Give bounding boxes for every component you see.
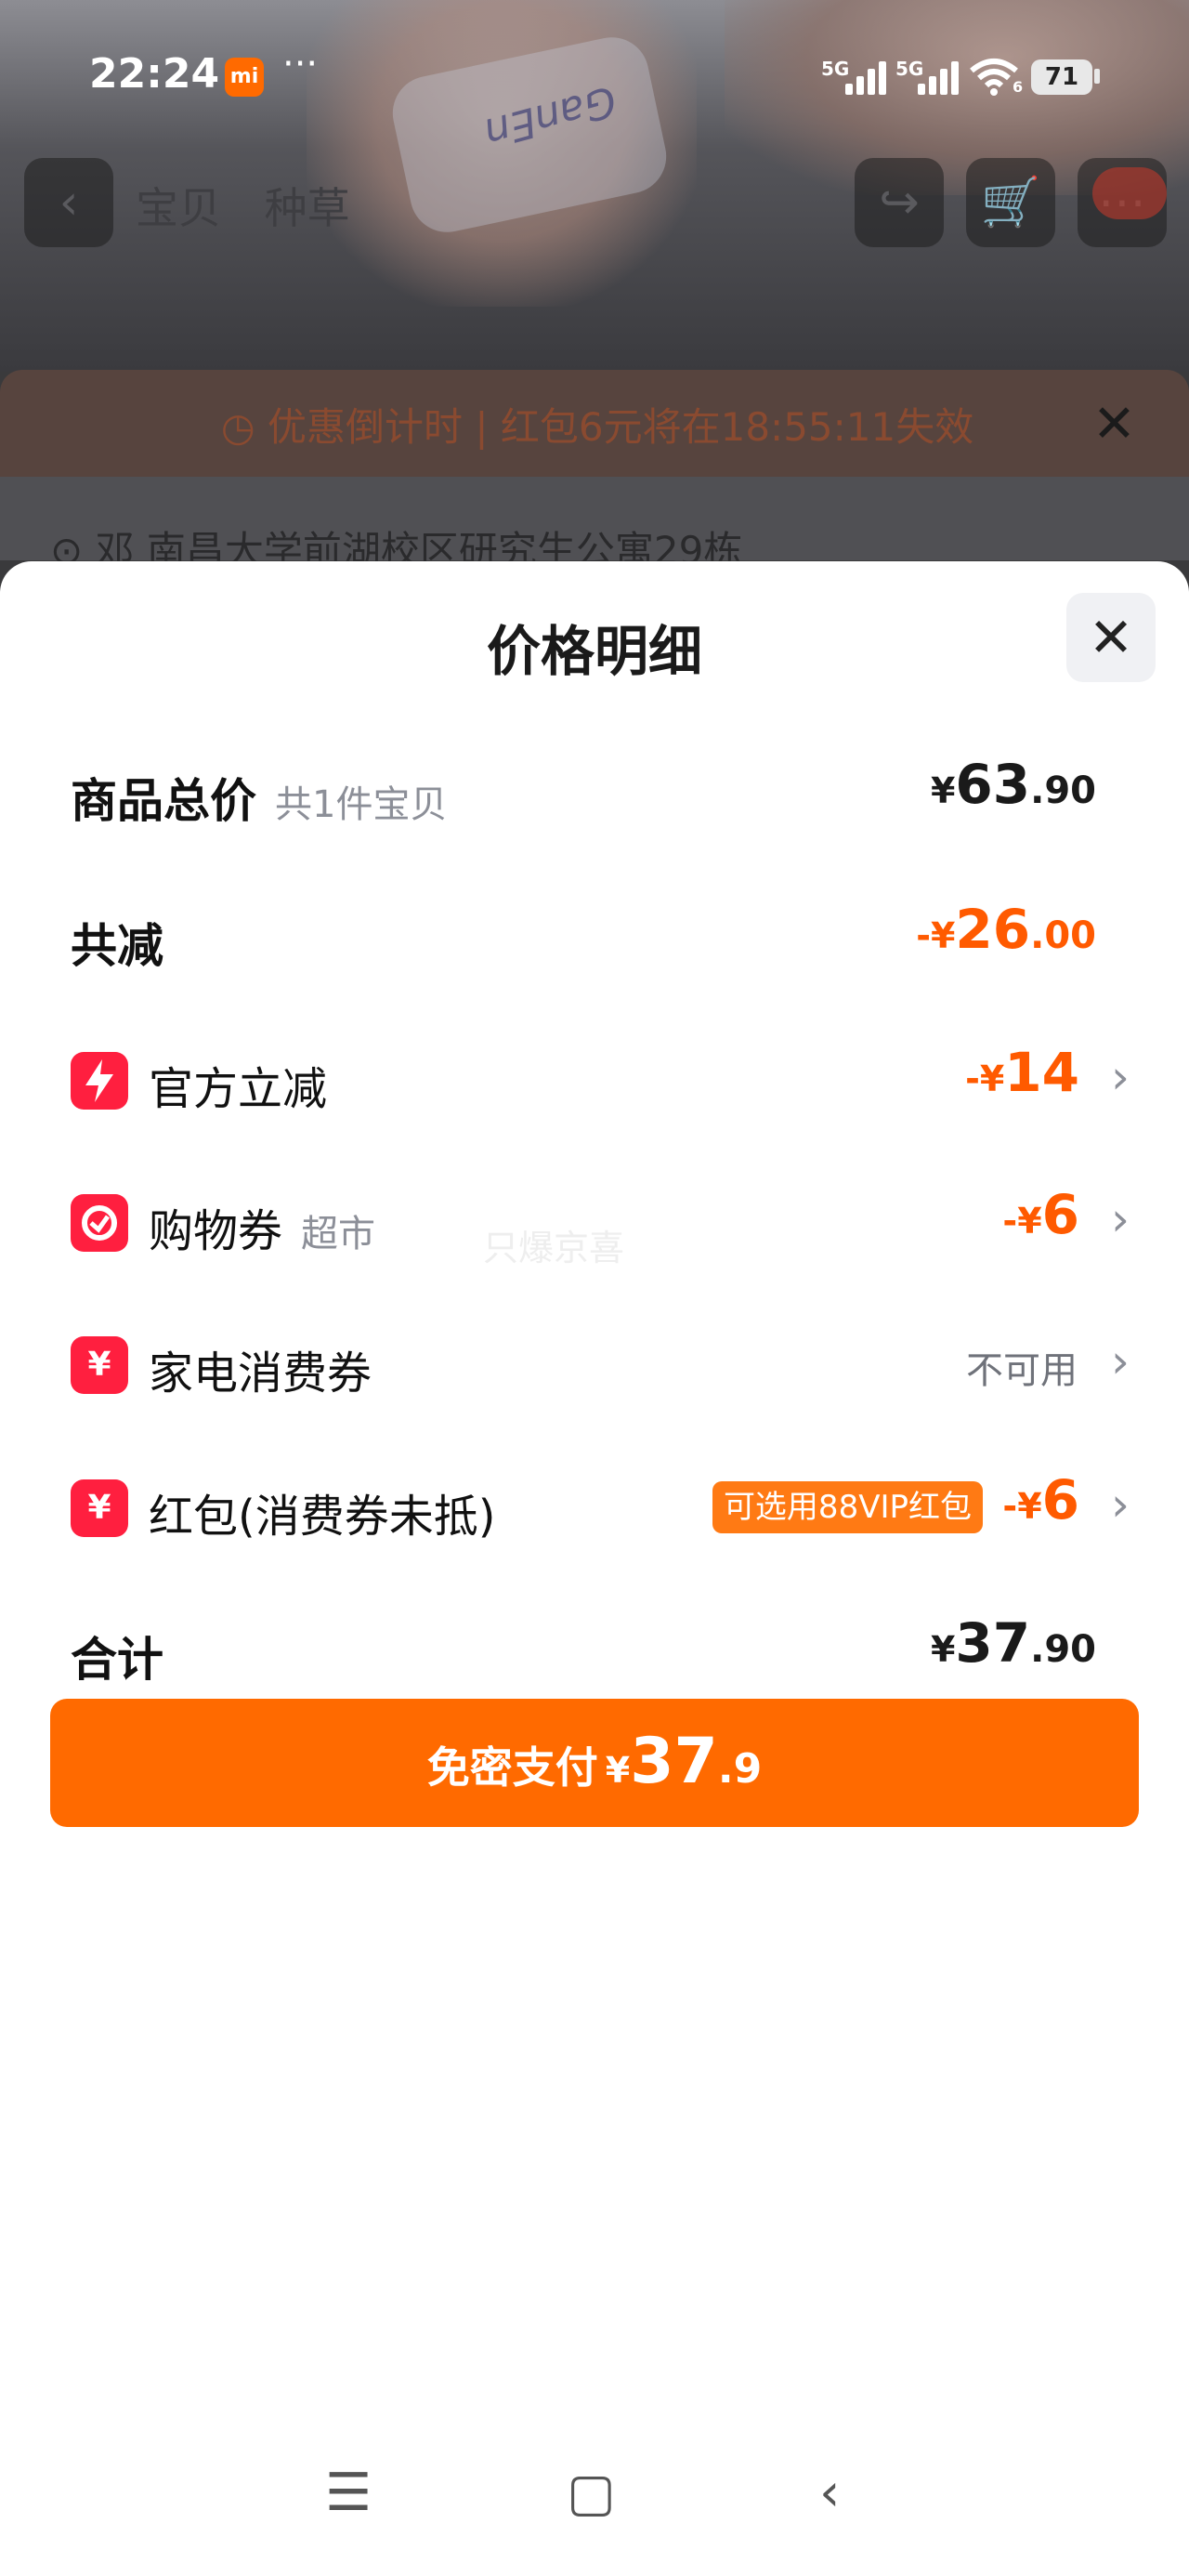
clock-icon: ◷ <box>221 404 268 450</box>
total-price-amount: ¥63.90 <box>930 753 1096 816</box>
coupon-category: 超市 <box>301 1213 376 1255</box>
voucher-icon: ¥ <box>71 1336 128 1394</box>
message-badge <box>1092 167 1167 219</box>
close-icon: ✕ <box>1088 606 1134 669</box>
pay-amount-integer: 37 <box>630 1725 718 1798</box>
row-label: 共减 <box>71 919 163 973</box>
watermark-text: 只爆京喜 <box>483 1228 625 1268</box>
lightning-icon <box>71 1052 128 1110</box>
row-appliance-voucher[interactable]: ¥ 家电消费券 不可用 › <box>0 1310 1189 1413</box>
red-packet-icon: ¥ <box>71 1479 128 1537</box>
item-count: 共1件宝贝 <box>275 783 448 826</box>
more-notifications-icon: ··· <box>282 43 319 85</box>
coupon-amount: -¥6 <box>1002 1183 1079 1246</box>
row-label: 购物券 <box>149 1205 283 1257</box>
status-icons: 5G 5G 6 71 <box>817 52 1124 99</box>
discount-amount: -¥26.00 <box>916 898 1096 961</box>
wifi-6-label: 6 <box>1013 78 1024 96</box>
address-row[interactable]: ⊙ 邓 南昌大学前湖校区研究生公寓29栋 <box>0 477 1189 573</box>
product-tabs: 宝贝 种草 <box>136 175 380 236</box>
row-total-price: 商品总价 共1件宝贝 ¥63.90 <box>0 738 1189 840</box>
pay-button[interactable]: 免密支付 ¥37.9 <box>50 1699 1139 1827</box>
back-button[interactable]: ‹ <box>24 158 113 247</box>
pay-amount-decimal: .9 <box>717 1745 763 1793</box>
countdown-divider: | <box>463 404 501 450</box>
countdown-label: 优惠倒计时 <box>268 404 464 450</box>
battery-icon: 71 <box>1031 59 1092 95</box>
row-label: 商品总价 <box>71 774 256 828</box>
home-icon[interactable]: ▢ <box>567 2463 616 2523</box>
row-label: 合计 <box>71 1633 163 1687</box>
status-time: 22:24 <box>89 50 220 98</box>
row-red-packet[interactable]: ¥ 红包(消费券未抵) 可选用88VIP红包 -¥6 › <box>0 1453 1189 1556</box>
signal-bars-icon-1 <box>845 61 894 95</box>
cart-icon: 🛒 <box>980 175 1041 230</box>
official-discount-amount: -¥14 <box>965 1041 1079 1104</box>
coupon-icon <box>71 1194 128 1252</box>
mi-app-icon: mi <box>225 58 264 97</box>
chevron-left-icon: ‹ <box>59 175 79 230</box>
product-nav-bar: ‹ 宝贝 种草 ↪ 🛒 ⋯ <box>0 158 1189 260</box>
grand-total-amount: ¥37.90 <box>930 1611 1096 1675</box>
vip-red-packet-tag[interactable]: 可选用88VIP红包 <box>712 1481 983 1533</box>
row-label: 家电消费券 <box>149 1347 372 1400</box>
sheet-close-button[interactable]: ✕ <box>1066 593 1156 682</box>
countdown-message: 红包6元将在18:55:11失效 <box>500 404 974 450</box>
chevron-right-icon: › <box>1111 1192 1130 1246</box>
row-total-discount: 共减 -¥26.00 <box>0 883 1189 985</box>
countdown-banner: ◷ 优惠倒计时 | 红包6元将在18:55:11失效 ✕ <box>0 370 1189 477</box>
pay-currency: ¥ <box>605 1750 631 1791</box>
red-packet-amount: -¥6 <box>1002 1468 1079 1531</box>
pay-button-label: 免密支付 <box>426 1742 598 1793</box>
row-label: 红包(消费券未抵) <box>149 1491 496 1543</box>
row-label: 官方立减 <box>149 1063 328 1115</box>
menu-icon[interactable]: ☰ <box>325 2463 372 2523</box>
row-grand-total: 合计 ¥37.90 <box>0 1597 1189 1699</box>
row-official-discount[interactable]: 官方立减 -¥14 › <box>0 1026 1189 1128</box>
system-nav-bar: ☰ ▢ ‹ <box>0 2463 1189 2546</box>
voucher-status: 不可用 <box>966 1349 1078 1392</box>
sheet-title: 价格明细 <box>486 620 702 683</box>
share-button[interactable]: ↪ <box>855 158 944 247</box>
tab-baobei[interactable]: 宝贝 <box>136 183 221 233</box>
chevron-right-icon: › <box>1111 1050 1130 1104</box>
tab-zhongcao[interactable]: 种草 <box>265 183 350 233</box>
signal-bars-icon-2 <box>918 61 966 95</box>
back-icon[interactable]: ‹ <box>819 2463 840 2523</box>
status-bar: 22:24 mi ··· 5G 5G 6 71 <box>0 37 1189 112</box>
close-icon[interactable]: ✕ <box>1092 394 1136 454</box>
chevron-right-icon: › <box>1111 1478 1130 1531</box>
battery-tip <box>1094 69 1100 84</box>
chevron-right-icon: › <box>1111 1334 1130 1388</box>
cart-button[interactable]: 🛒 <box>966 158 1055 247</box>
price-detail-sheet: 价格明细 ✕ 商品总价 共1件宝贝 ¥63.90 共减 -¥26.00 官方立减 … <box>0 561 1189 2576</box>
share-icon: ↪ <box>879 175 920 230</box>
